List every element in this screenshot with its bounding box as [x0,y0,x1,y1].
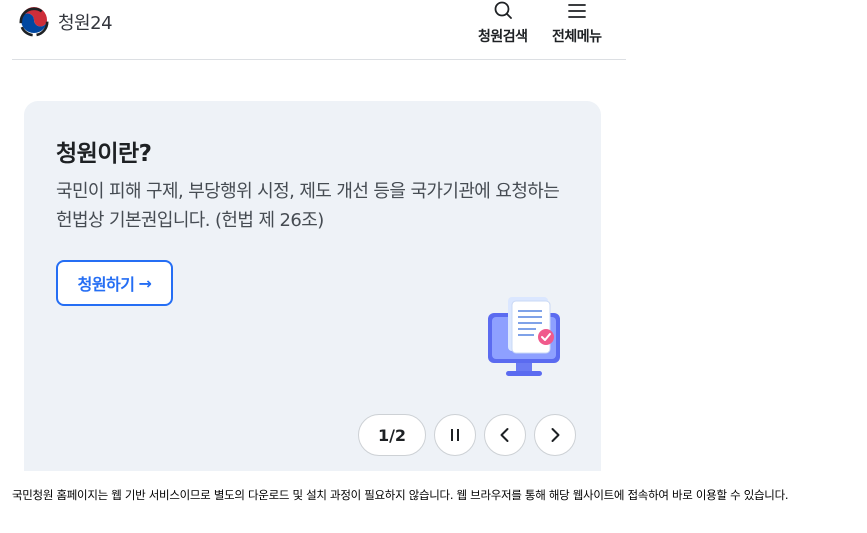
card-title: 청원이란? [56,141,152,167]
petition-search-button[interactable]: 청원검색 [478,0,528,46]
start-petition-button[interactable]: 청원하기 → [56,260,173,306]
pause-icon [451,429,459,441]
service-footnote: 국민청원 홈페이지는 웹 기반 서비스이므로 별도의 다운로드 및 설치 과정이… [12,488,789,502]
search-icon [494,1,512,19]
card-description: 국민이 피해 구제, 부당행위 시정, 제도 개선 등을 국가기관에 요청하는 … [56,177,586,235]
full-menu-label: 전체메뉴 [552,29,602,45]
logo-text: 청원24 [58,13,113,34]
arrow-right-icon: → [138,273,152,293]
chevron-left-icon [500,428,509,442]
carousel-next-button[interactable] [534,414,576,456]
start-petition-label: 청원하기 [77,275,135,294]
full-menu-button[interactable]: 전체메뉴 [552,0,602,46]
site-header: 청원24 청원검색 전체메뉴 [12,0,626,60]
page-indicator-text: 1/2 [377,425,407,445]
card-description-line: 국민이 피해 구제, 부당행위 시정, 제도 개선 등을 국가기관에 요청하는 [56,181,560,202]
carousel-prev-button[interactable] [484,414,526,456]
chevron-right-icon [551,428,560,442]
petition-intro-card: 청원이란? 국민이 피해 구제, 부당행위 시정, 제도 개선 등을 국가기관에… [24,101,601,471]
site-logo[interactable]: 청원24 [18,4,113,40]
carousel-pause-button[interactable] [434,414,476,456]
hamburger-menu-icon [567,4,586,18]
taegeuk-logo-icon [19,7,49,37]
petition-search-label: 청원검색 [478,29,528,45]
carousel-page-indicator: 1/2 [358,414,426,456]
monitor-document-illustration [488,297,560,376]
card-description-line: 헌법상 기본권입니다. (헌법 제 26조) [56,210,324,231]
